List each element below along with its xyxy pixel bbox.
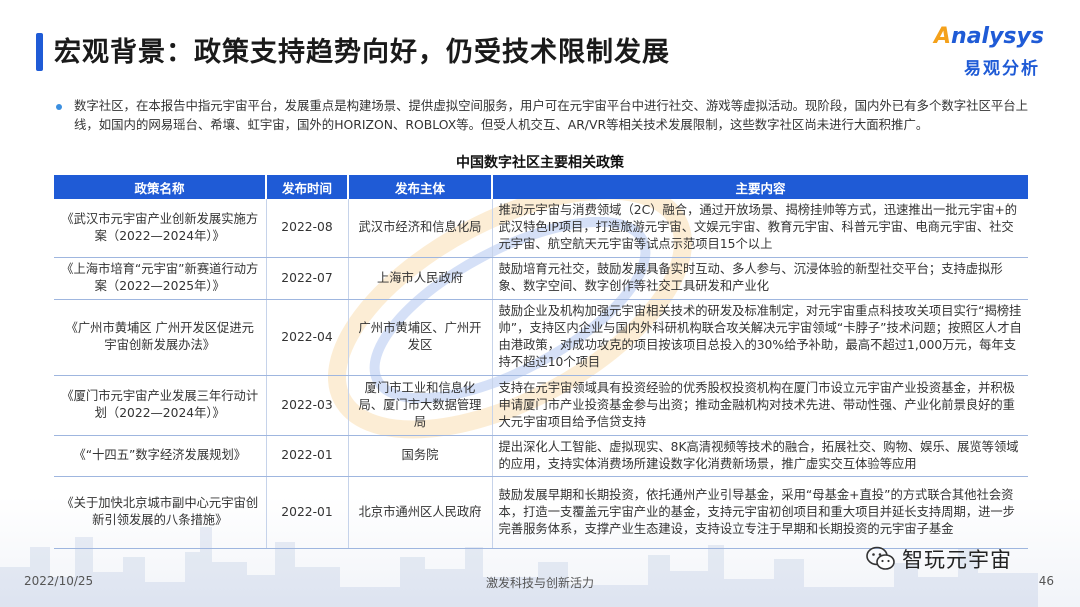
content-cell: 鼓励培育元社交，鼓励发展具备实时互动、多人参与、沉浸体验的新型社交平台；支持虚拟… — [492, 257, 1028, 300]
table-row: 《关于加快北京城市副中心元宇宙创新引领发展的八条措施》 2022-01 北京市通… — [54, 476, 1028, 549]
content-cell: 提出深化人工智能、虚拟现实、8K高清视频等技术的融合，拓展社交、购物、娱乐、展览… — [492, 435, 1028, 477]
header-policy-name: 政策名称 — [54, 175, 267, 199]
table-row: 《上海市培育“元宇宙”新赛道行动方案（2022—2025年）》 2022-07 … — [54, 257, 1028, 300]
analysys-logo: Analysys 易观分析 — [934, 24, 1062, 80]
policy-name-cell: 《上海市培育“元宇宙”新赛道行动方案（2022—2025年）》 — [54, 257, 267, 300]
logo-chinese-name: 易观分析 — [964, 59, 1040, 79]
publisher-cell: 上海市人民政府 — [348, 257, 493, 300]
publisher-cell: 广州市黄埔区、广州开发区 — [348, 299, 493, 376]
release-date-cell: 2022-07 — [266, 257, 349, 300]
release-date-cell: 2022-01 — [266, 476, 349, 549]
policy-name-cell: 《广州市黄埔区 广州开发区促进元宇宙创新发展办法》 — [54, 299, 267, 376]
publisher-cell: 厦门市工业和信息化局、厦门市大数据管理局 — [348, 375, 493, 436]
table-row: 《厦门市元宇宙产业发展三年行动计划（2022—2024年）》 2022-03 厦… — [54, 375, 1028, 436]
table-row: 《武汉市元宇宙产业创新发展实施方案（2022—2024年）》 2022-08 武… — [54, 199, 1028, 258]
release-date-cell: 2022-04 — [266, 299, 349, 376]
publisher-cell: 北京市通州区人民政府 — [348, 476, 493, 549]
title-accent-bar — [36, 33, 43, 71]
content-cell: 推动元宇宙与消费领域（2C）融合，通过开放场景、揭榜挂帅等方式，迅速推出一批元宇… — [492, 199, 1028, 258]
wechat-account-badge: 智玩元宇宙 — [866, 542, 1012, 576]
content-cell: 鼓励企业及机构加强元宇宙相关技术的研发及标准制定，对元宇宙重点科技攻关项目实行“… — [492, 299, 1028, 376]
release-date-cell: 2022-01 — [266, 435, 349, 477]
table-title: 中国数字社区主要相关政策 — [456, 155, 624, 171]
policy-table: 政策名称 发布时间 发布主体 主要内容 《武汉市元宇宙产业创新发展实施方案（20… — [54, 175, 1028, 549]
release-date-cell: 2022-08 — [266, 199, 349, 258]
policy-name-cell: 《“十四五”数字经济发展规划》 — [54, 435, 267, 477]
table-row: 《“十四五”数字经济发展规划》 2022-01 国务院 提出深化人工智能、虚拟现… — [54, 435, 1028, 477]
intro-paragraph: 数字社区，在本报告中指元宇宙平台，发展重点是构建场景、提供虚拟空间服务，用户可在… — [74, 98, 1029, 132]
wechat-account-name: 智玩元宇宙 — [902, 548, 1012, 572]
header-publisher: 发布主体 — [348, 175, 493, 199]
bullet-dot-icon — [56, 104, 62, 110]
page-title: 宏观背景：政策支持趋势向好，仍受技术限制发展 — [54, 37, 670, 68]
release-date-cell: 2022-03 — [266, 375, 349, 436]
wechat-icon — [866, 546, 895, 570]
page-number: 46 — [1038, 574, 1054, 588]
policy-name-cell: 《关于加快北京城市副中心元宇宙创新引领发展的八条措施》 — [54, 476, 267, 549]
footer-slogan: 激发科技与创新活力 — [485, 576, 594, 590]
policy-name-cell: 《厦门市元宇宙产业发展三年行动计划（2022—2024年）》 — [54, 375, 267, 436]
publisher-cell: 武汉市经济和信息化局 — [348, 199, 493, 258]
policy-name-cell: 《武汉市元宇宙产业创新发展实施方案（2022—2024年）》 — [54, 199, 267, 258]
logo-letter: A — [934, 24, 952, 49]
content-cell: 鼓励发展早期和长期投资，依托通州产业引导基金，采用“母基金+直投”的方式联合其他… — [492, 476, 1028, 549]
publisher-cell: 国务院 — [348, 435, 493, 477]
header-main-content: 主要内容 — [492, 175, 1028, 199]
logo-wordmark: Analysys — [934, 24, 1044, 49]
content-cell: 支持在元宇宙领域具有投资经验的优秀股权投资机构在厦门市设立元宇宙产业投资基金，并… — [492, 375, 1028, 436]
header-release-date: 发布时间 — [266, 175, 349, 199]
table-header-row: 政策名称 发布时间 发布主体 主要内容 — [54, 175, 1028, 199]
table-row: 《广州市黄埔区 广州开发区促进元宇宙创新发展办法》 2022-04 广州市黄埔区… — [54, 299, 1028, 376]
logo-letters: nalysys — [951, 24, 1044, 49]
